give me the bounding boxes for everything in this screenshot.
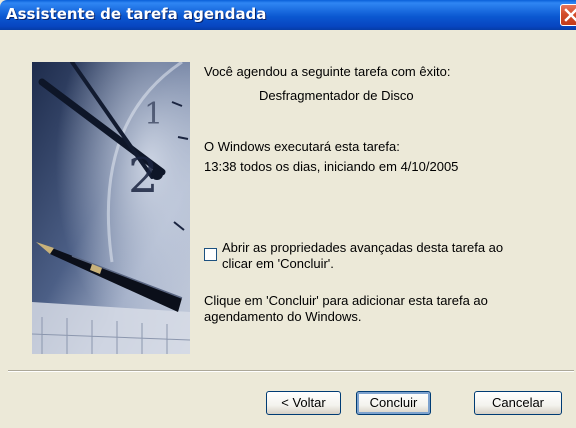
task-name: Desfragmentador de Disco <box>259 88 414 103</box>
finish-hint-line1: Clique em 'Concluir' para adicionar esta… <box>204 293 488 308</box>
checkbox-label-line1[interactable]: Abrir as propriedades avançadas desta ta… <box>222 240 503 255</box>
svg-text:1: 1 <box>144 97 163 132</box>
wizard-dialog: Assistente de tarefa agendada 2 1 Você a… <box>0 0 576 428</box>
success-message: Você agendou a seguinte tarefa com êxito… <box>204 64 451 79</box>
checkbox-label-line2[interactable]: clicar em 'Concluir'. <box>222 256 334 271</box>
back-button[interactable]: < Voltar <box>266 391 341 415</box>
close-icon <box>564 8 576 22</box>
window-title: Assistente de tarefa agendada <box>6 5 267 23</box>
button-separator <box>8 370 574 372</box>
finish-button[interactable]: Concluir <box>356 391 431 415</box>
cancel-button[interactable]: Cancelar <box>474 391 562 415</box>
finish-hint-line2: agendamento do Windows. <box>204 309 362 324</box>
svg-text:2: 2 <box>128 148 159 204</box>
close-button[interactable] <box>560 4 576 26</box>
schedule-text: 13:38 todos os dias, iniciando em 4/10/2… <box>204 159 459 174</box>
run-info-label: O Windows executará esta tarefa: <box>204 139 400 154</box>
advanced-properties-checkbox[interactable] <box>204 248 217 261</box>
title-bar[interactable]: Assistente de tarefa agendada <box>0 0 576 30</box>
wizard-side-image: 2 1 <box>32 62 190 354</box>
clock-pen-illustration: 2 1 <box>32 62 190 354</box>
